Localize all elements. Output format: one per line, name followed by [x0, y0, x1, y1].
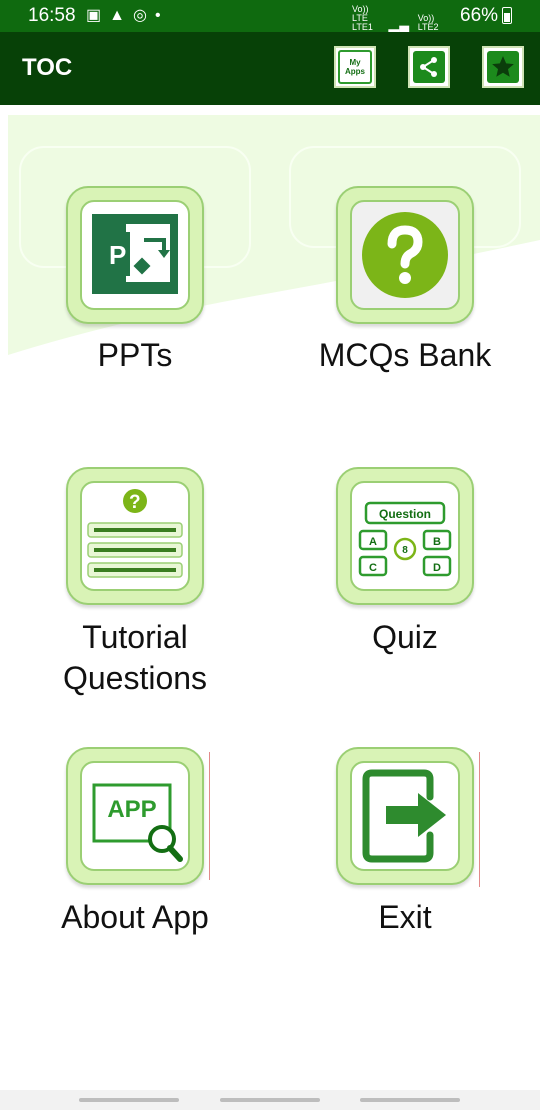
about-app-label: About App: [61, 899, 209, 935]
sync-icon: ◎: [132, 7, 155, 24]
tutorial-questions-tile[interactable]: ? Tutorial Questions: [0, 467, 270, 707]
exit-icon: [350, 761, 460, 871]
status-bar: 16:58 ▣▲◎• Vo)) LTE LTE1 ▂▄ Vo)) LTE2 66…: [0, 0, 540, 32]
signal-icon: ▂▄: [388, 17, 410, 33]
question-mark-icon: [350, 200, 460, 310]
about-app-icon: APP: [80, 761, 190, 871]
quiz-option-c: C: [369, 562, 377, 574]
sim2-label: Vo)) LTE2: [417, 13, 439, 32]
tutorial-questions-label: Tutorial Questions: [62, 619, 208, 696]
my-apps-icon: My Apps: [338, 50, 372, 84]
quiz-option-b: B: [433, 536, 441, 548]
exit-icon-frame: [336, 747, 474, 885]
clock: 16:58: [28, 5, 76, 26]
image-icon: ▣: [86, 7, 110, 24]
quiz-option-a: A: [369, 536, 377, 548]
ppts-icon-frame: P: [66, 186, 204, 324]
nav-home-handle[interactable]: [220, 1098, 320, 1102]
exit-tile[interactable]: Exit: [270, 747, 540, 947]
ppts-tile[interactable]: P PPTs: [0, 186, 270, 386]
quiz-label: Quiz: [372, 619, 438, 655]
battery-icon: [502, 7, 512, 24]
share-icon: [413, 51, 445, 83]
page-title: TOC: [22, 54, 73, 81]
sim1-label: Vo)) LTE LTE1: [352, 4, 373, 32]
ppt-icon-letter: P: [109, 240, 126, 270]
quiz-icon-frame: Question A B 8 C D: [336, 467, 474, 605]
nav-recents-handle[interactable]: [360, 1098, 460, 1102]
dot-icon: •: [154, 7, 169, 24]
ppt-icon: P: [80, 200, 190, 310]
alert-icon: ▲: [109, 7, 133, 24]
about-app-tile[interactable]: APP About App: [0, 747, 270, 947]
mcqs-bank-label: MCQs Bank: [318, 337, 492, 373]
svg-text:?: ?: [129, 492, 141, 513]
battery-percent: 66%: [460, 5, 499, 26]
divider-line: [479, 752, 480, 887]
ppts-label: PPTs: [97, 337, 173, 373]
notification-icons: ▣▲◎•: [86, 5, 169, 25]
about-icon-text: APP: [107, 796, 156, 823]
navigation-bar: [0, 1090, 540, 1110]
network-indicators: Vo)) LTE LTE1 ▂▄ Vo)) LTE2: [352, 4, 452, 33]
divider-line: [209, 752, 210, 880]
nav-back-handle[interactable]: [79, 1098, 179, 1102]
mcqs-bank-tile[interactable]: MCQs Bank: [270, 186, 540, 386]
my-apps-button[interactable]: My Apps: [334, 46, 376, 88]
about-icon-frame: APP: [66, 747, 204, 885]
quiz-icon: Question A B 8 C D: [350, 481, 460, 591]
share-button[interactable]: [408, 46, 450, 88]
exit-label: Exit: [378, 899, 432, 935]
app-bar: TOC My Apps: [0, 32, 540, 105]
tutorial-questions-icon: ?: [80, 481, 190, 591]
quiz-timer: 8: [402, 545, 408, 556]
quiz-option-d: D: [433, 562, 441, 574]
quiz-question-text: Question: [379, 507, 431, 521]
mcqs-icon-frame: [336, 186, 474, 324]
quiz-tile[interactable]: Question A B 8 C D Quiz: [270, 467, 540, 667]
tutorial-icon-frame: ?: [66, 467, 204, 605]
star-icon: [487, 51, 519, 83]
rate-button[interactable]: [482, 46, 524, 88]
